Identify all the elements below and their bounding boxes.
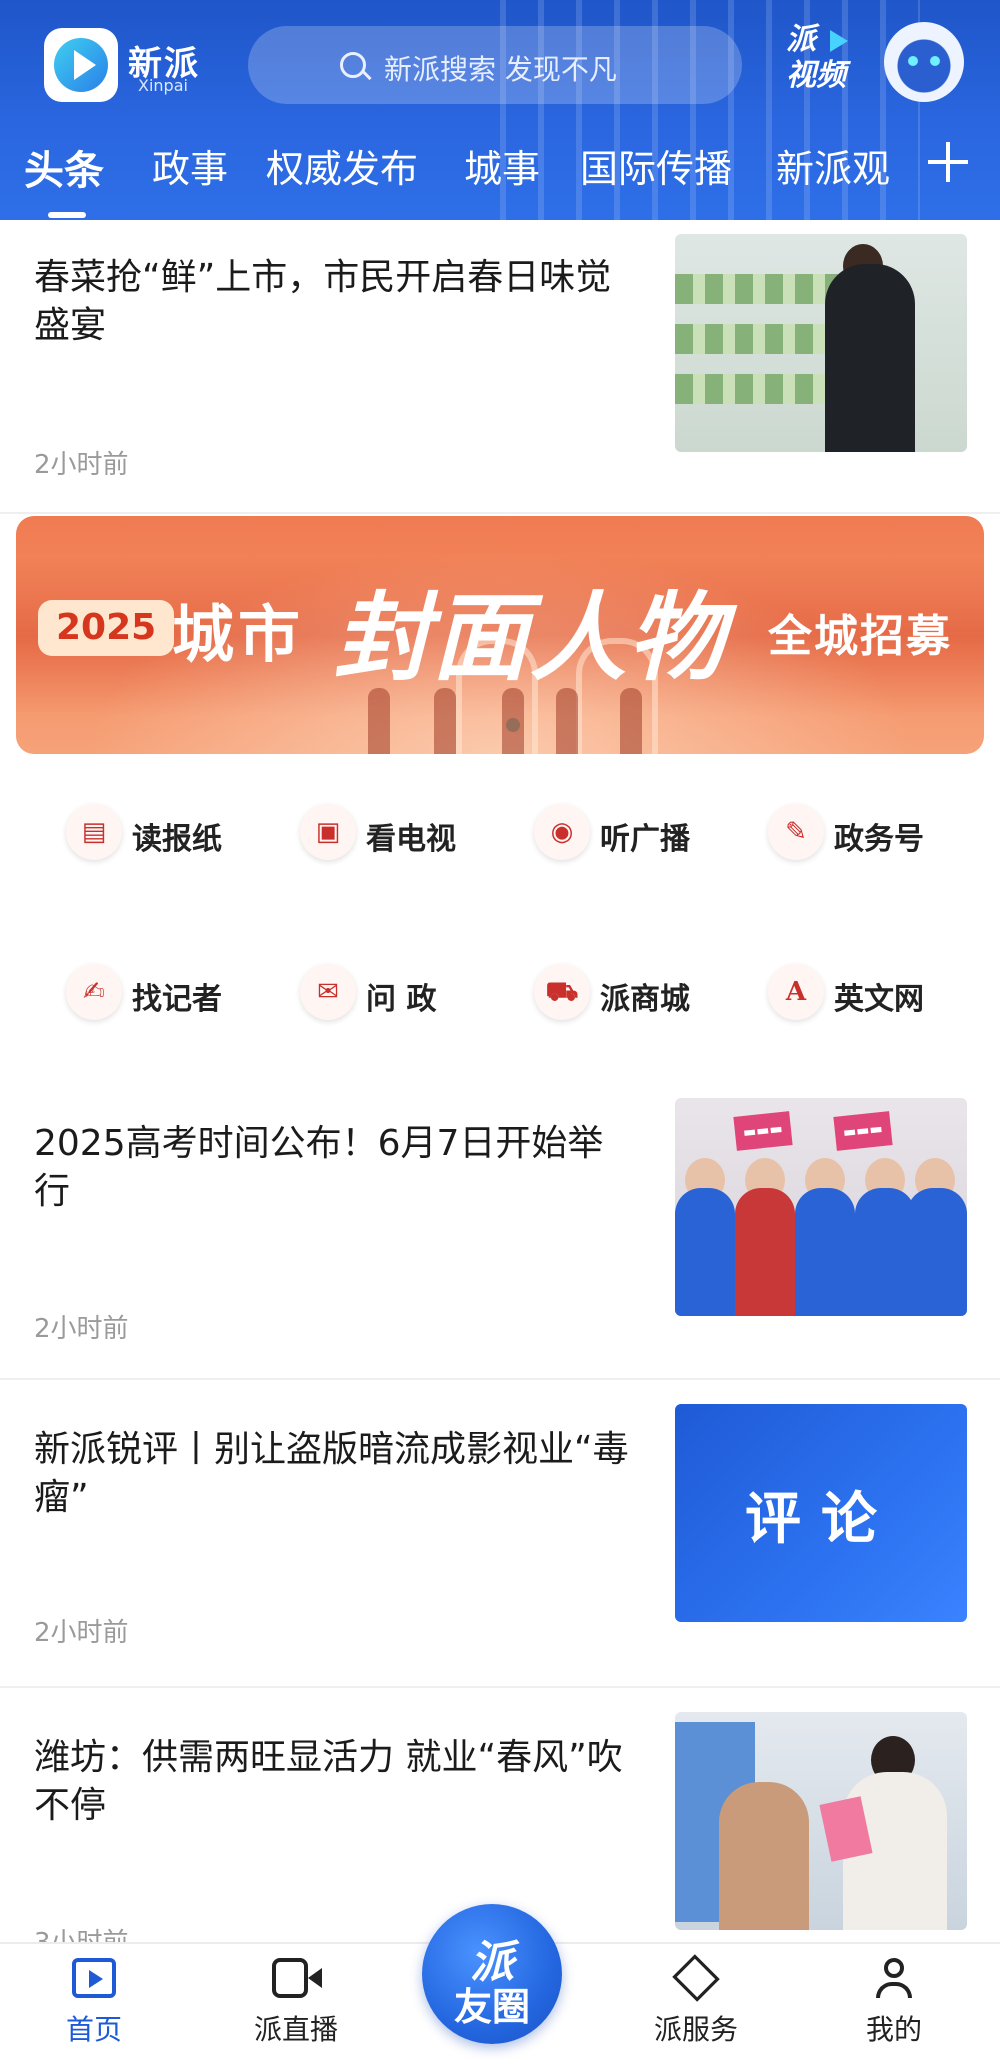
news-title: 2025高考时间公布！6月7日开始举行 (34, 1123, 604, 1212)
divider (0, 512, 1000, 514)
entry-label: 找记者 (132, 982, 222, 1017)
news-item[interactable]: 2025高考时间公布！6月7日开始举行 2小时前 ▬▬▬ ▬▬▬ (0, 1082, 1000, 1374)
news-item[interactable]: 新派锐评丨别让盗版暗流成影视业“毒瘤” 2小时前 评论 (0, 1380, 1000, 1686)
plus-icon[interactable] (928, 142, 968, 182)
news-time: 2小时前 (34, 1618, 129, 1648)
news-thumbnail (675, 1712, 967, 1930)
entry-label: 听广播 (600, 822, 690, 857)
news-time: 2小时前 (34, 1314, 129, 1344)
news-thumbnail (675, 234, 967, 452)
news-title: 新派锐评丨别让盗版暗流成影视业“毒瘤” (34, 1429, 629, 1518)
robot-avatar-icon[interactable] (884, 22, 964, 102)
tab-city[interactable]: 城事 (464, 138, 540, 193)
search-placeholder: 新派搜索 发现不凡 (384, 53, 617, 86)
user-icon (872, 1958, 916, 1998)
nav-services[interactable]: 派服务 (636, 1954, 756, 2048)
search-bar[interactable]: 新派搜索 发现不凡 (248, 26, 742, 104)
top-header: 新派 Xinpai 新派搜索 发现不凡 派 视频 头条 政事 权威发布 城事 国… (0, 0, 1000, 220)
nav-home[interactable]: 首页 (34, 1958, 154, 2048)
promo-banner[interactable]: 2025 城市 封面人物 全城招募 (16, 516, 984, 754)
nav-live[interactable]: 派直播 (236, 1958, 356, 2048)
tab-politics[interactable]: 政事 (152, 138, 228, 193)
app-logo-icon (44, 28, 118, 102)
nav-label: 派直播 (253, 2013, 338, 2046)
active-tab-indicator (48, 212, 86, 218)
news-item[interactable]: 春菜抢“鲜”上市，市民开启春日味觉盛宴 2小时前 (0, 220, 1000, 512)
thumbnail-caption: 评论 (745, 1487, 897, 1552)
news-thumbnail: ▬▬▬ ▬▬▬ (675, 1098, 967, 1316)
tab-international[interactable]: 国际传播 (580, 138, 732, 193)
news-title: 潍坊：供需两旺显活力 就业“春风”吹不停 (34, 1737, 623, 1826)
nav-profile[interactable]: 我的 (834, 1958, 954, 2048)
search-icon (340, 52, 366, 78)
entry-label: 政务号 (834, 822, 924, 857)
play-icon (830, 30, 848, 52)
nav-label: 首页 (65, 2013, 122, 2046)
news-thumbnail: 评论 (675, 1404, 967, 1622)
news-time: 2小时前 (34, 450, 129, 480)
tab-headlines[interactable]: 头条 (24, 138, 104, 196)
news-title: 春菜抢“鲜”上市，市民开启春日味觉盛宴 (34, 257, 612, 346)
entry-label: 看电视 (366, 822, 456, 857)
nav-label: 派服务 (653, 2013, 738, 2046)
video-entry-label-line2: 视频 (786, 58, 846, 93)
center-button-line2: 友圈 (453, 1985, 530, 2029)
banner-title-part3: 全城招募 (768, 611, 952, 662)
entry-label: 读报纸 (132, 822, 222, 857)
cube-icon (672, 1954, 720, 2002)
nav-label: 我的 (865, 2013, 922, 2046)
entry-label: 派商城 (600, 982, 690, 1017)
news-time: 3小时前 (34, 1922, 129, 1942)
banner-year-badge: 2025 (38, 600, 175, 656)
channel-tabs: 头条 政事 权威发布 城事 国际传播 新派观 (24, 138, 984, 198)
entry-label: 问 政 (366, 982, 437, 1017)
banner-title-part1: 城市 (172, 598, 305, 671)
friends-circle-button[interactable]: 派 友圈 (422, 1904, 562, 2044)
entry-label: 英文网 (834, 982, 924, 1017)
tab-xinpai-view[interactable]: 新派观 (776, 138, 890, 193)
banner-title-part2: 封面人物 (334, 581, 726, 694)
tab-official-release[interactable]: 权威发布 (266, 138, 418, 193)
video-camera-icon (272, 1958, 322, 1998)
carousel-indicator (506, 718, 520, 732)
video-entry-button[interactable]: 派 视频 (786, 22, 848, 94)
home-play-icon (72, 1958, 116, 1998)
app-logo-subtext: Xinpai (138, 76, 188, 95)
